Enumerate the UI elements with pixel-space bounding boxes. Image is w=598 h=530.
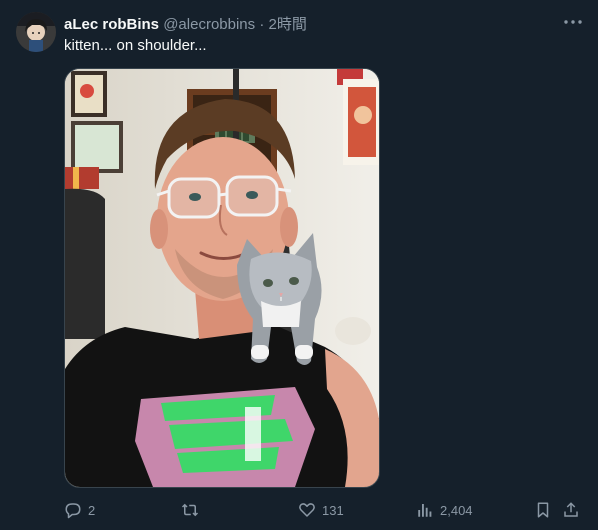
selfie-with-kitten-image	[65, 69, 379, 487]
repost-icon	[181, 503, 199, 517]
more-options-button[interactable]	[563, 15, 583, 29]
analytics-icon	[418, 504, 432, 517]
tweet-header: aLec robBins @alecrobbins · 2時間	[64, 13, 307, 34]
tweet-text: kitten... on shoulder...	[64, 37, 207, 54]
reply-count: 2	[88, 502, 96, 518]
tweet: aLec robBins @alecrobbins · 2時間 kitten..…	[0, 0, 598, 530]
more-dots-icon	[564, 20, 582, 24]
bookmark-icon	[537, 502, 549, 518]
views-button[interactable]: 2,404	[416, 498, 473, 522]
separator-dot: ·	[259, 16, 265, 33]
reply-icon	[65, 503, 81, 519]
author-handle[interactable]: @alecrobbins	[163, 16, 255, 33]
share-button[interactable]	[562, 498, 580, 522]
heart-icon	[299, 503, 315, 517]
avatar[interactable]	[16, 12, 56, 52]
action-bar: 2 131 2,404	[64, 498, 584, 522]
shirt-print	[135, 387, 315, 487]
tweet-photo[interactable]	[64, 68, 380, 488]
repost-button[interactable]	[180, 498, 206, 522]
reply-button[interactable]: 2	[64, 498, 95, 522]
author-name[interactable]: aLec robBins	[64, 16, 159, 33]
share-icon	[564, 502, 578, 517]
view-count: 2,404	[440, 502, 473, 518]
like-count: 131	[322, 502, 344, 518]
like-button[interactable]: 131	[298, 498, 344, 522]
timestamp[interactable]: 2時間	[269, 16, 307, 33]
bookmark-button[interactable]	[534, 498, 552, 522]
